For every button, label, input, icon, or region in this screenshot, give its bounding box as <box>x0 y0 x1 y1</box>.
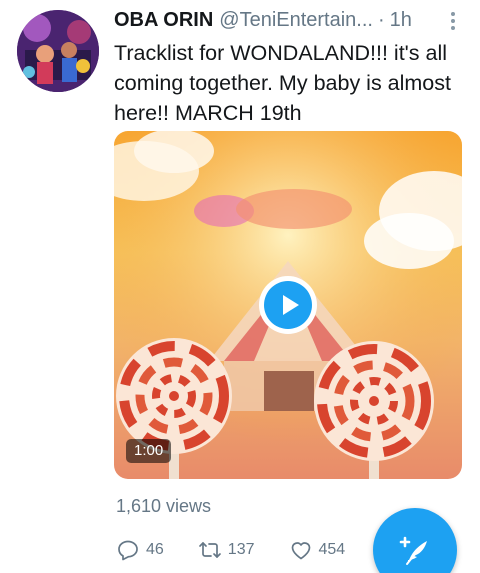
reply-count: 46 <box>146 541 164 558</box>
tweet-header: OBA ORIN @TeniEntertain... · 1h <box>114 8 464 32</box>
user-handle[interactable]: @TeniEntertain... <box>219 9 373 32</box>
play-icon <box>264 281 312 329</box>
retweet-count: 137 <box>227 541 255 558</box>
tweet[interactable]: OBA ORIN @TeniEntertain... · 1h Tracklis… <box>0 0 480 573</box>
reply-button[interactable]: 46 <box>116 538 164 562</box>
display-name[interactable]: OBA ORIN <box>114 9 213 32</box>
video-player[interactable]: 1:00 <box>114 131 462 479</box>
avatar[interactable] <box>17 10 99 92</box>
compose-tweet-button[interactable] <box>373 508 457 573</box>
retweet-icon <box>198 542 221 558</box>
like-button[interactable]: 454 <box>289 538 346 562</box>
compose-tweet-icon <box>399 536 427 565</box>
avatar-image <box>17 10 99 92</box>
view-count: 1,610 views <box>116 496 212 516</box>
video-duration: 1:00 <box>126 439 172 463</box>
tweet-text: Tracklist for WONDALAND!!! it's all comi… <box>114 41 451 125</box>
tweet-content: OBA ORIN @TeniEntertain... · 1h Tracklis… <box>114 8 464 128</box>
more-options-icon[interactable] <box>447 10 459 32</box>
like-count: 454 <box>318 541 346 558</box>
reply-icon <box>118 540 138 561</box>
retweet-button[interactable]: 137 <box>198 538 255 562</box>
separator-dot: · <box>377 8 385 31</box>
tweet-actions: 46 137 454 <box>116 536 345 564</box>
heart-icon <box>291 542 310 560</box>
play-button[interactable] <box>259 276 317 334</box>
timestamp[interactable]: 1h <box>390 9 412 32</box>
